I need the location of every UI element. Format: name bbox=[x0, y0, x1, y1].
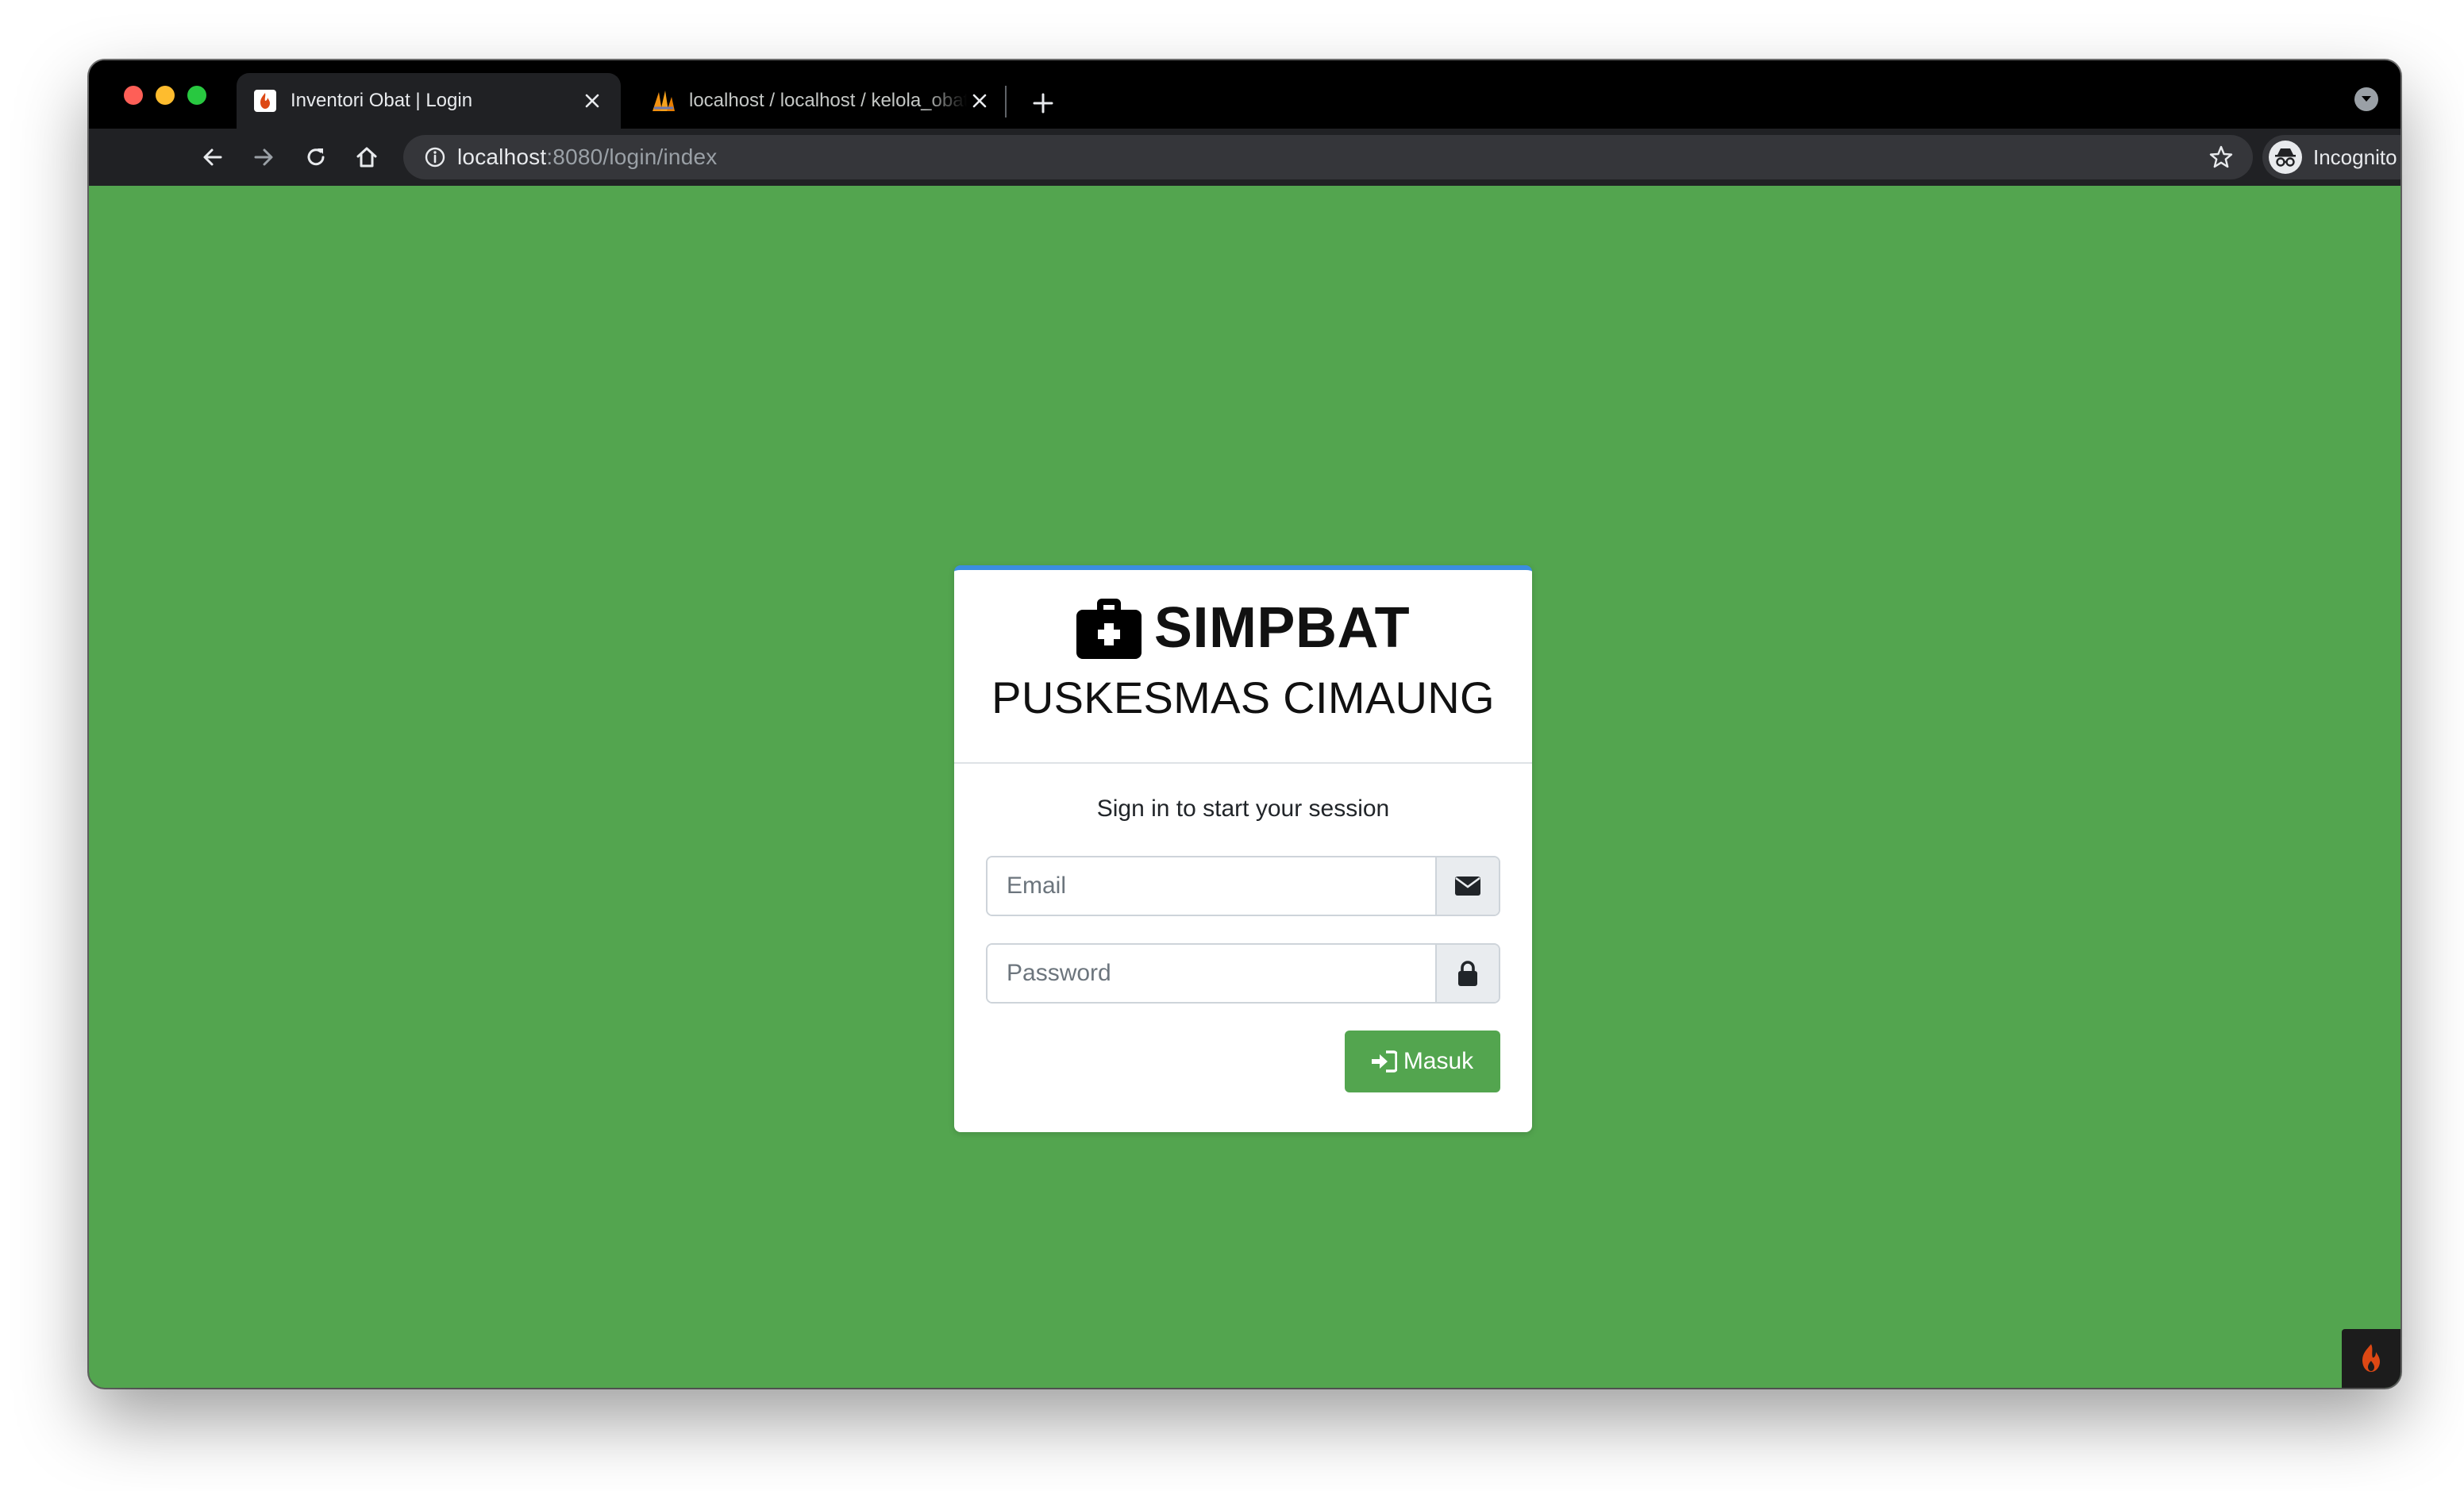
arrow-right-icon bbox=[254, 148, 273, 166]
bookmark-star-icon[interactable] bbox=[2205, 141, 2237, 173]
browser-toolbar: localhost:8080/login/index Incognito bbox=[89, 129, 2400, 186]
masuk-button-label: Masuk bbox=[1403, 1048, 1474, 1074]
profile-label: Incognito bbox=[2313, 144, 2397, 169]
envelope-icon bbox=[1435, 857, 1499, 915]
minimize-window-button[interactable] bbox=[156, 86, 175, 105]
tab-phpmyadmin[interactable]: localhost / localhost / kelola_obat bbox=[635, 73, 1008, 129]
tab-strip: Inventori Obat | Login localhost / local… bbox=[89, 60, 2400, 129]
forward-button[interactable] bbox=[241, 135, 286, 179]
url-text: localhost:8080/login/index bbox=[457, 144, 717, 170]
codeigniter-flame-icon bbox=[2362, 1344, 2380, 1372]
brand-name: SIMPBAT bbox=[1153, 596, 1411, 660]
tab-inventori-obat[interactable]: Inventori Obat | Login bbox=[237, 73, 621, 129]
incognito-profile-button[interactable]: Incognito bbox=[2262, 135, 2400, 179]
password-input-group bbox=[986, 943, 1500, 1004]
page-viewport: SIMPBAT PUSKESMAS CIMAUNG Sign in to sta… bbox=[89, 186, 2400, 1388]
arrow-left-icon bbox=[203, 148, 222, 166]
masuk-button[interactable]: Masuk bbox=[1345, 1031, 1500, 1092]
codeigniter-flame-icon bbox=[252, 88, 278, 114]
login-card: SIMPBAT PUSKESMAS CIMAUNG Sign in to sta… bbox=[954, 565, 1532, 1132]
lock-icon bbox=[1435, 945, 1499, 1002]
sign-in-icon bbox=[1371, 1050, 1397, 1073]
tab-title: localhost / localhost / kelola_obat bbox=[689, 90, 967, 111]
tab-separator bbox=[1005, 86, 1007, 118]
reload-icon bbox=[307, 148, 325, 166]
url-host: localhost bbox=[457, 144, 547, 169]
new-tab-button[interactable] bbox=[1021, 81, 1065, 125]
organization-name: PUSKESMAS CIMAUNG bbox=[991, 672, 1495, 722]
browser-window: Inventori Obat | Login localhost / local… bbox=[89, 60, 2400, 1388]
maximize-window-button[interactable] bbox=[187, 86, 206, 105]
site-info-icon[interactable] bbox=[413, 135, 457, 179]
url-path: :8080/login/index bbox=[546, 144, 718, 169]
login-card-body: Sign in to start your session Email Masu… bbox=[954, 764, 1532, 1124]
tab-search-button[interactable] bbox=[2354, 87, 2378, 111]
tab-title: Inventori Obat | Login bbox=[291, 90, 473, 111]
debug-toolbar-toggle[interactable] bbox=[2342, 1329, 2400, 1388]
reload-button[interactable] bbox=[294, 135, 338, 179]
close-tab-icon[interactable] bbox=[579, 88, 605, 114]
home-icon bbox=[356, 147, 377, 168]
email-input-group bbox=[986, 856, 1500, 916]
password-input[interactable] bbox=[988, 945, 1435, 1002]
login-box-message: Sign in to start your session bbox=[1096, 796, 1390, 822]
address-bar[interactable]: localhost:8080/login/index bbox=[403, 135, 2253, 179]
medkit-icon bbox=[1076, 599, 1142, 659]
back-button[interactable] bbox=[191, 135, 235, 179]
close-tab-icon[interactable] bbox=[967, 88, 992, 114]
brand-logo: SIMPBAT bbox=[954, 570, 1532, 661]
submit-row: Masuk bbox=[986, 1031, 1500, 1092]
email-input[interactable] bbox=[988, 857, 1435, 915]
close-window-button[interactable] bbox=[124, 86, 143, 105]
home-button[interactable] bbox=[345, 135, 389, 179]
chevron-down-icon bbox=[2362, 96, 2371, 102]
incognito-icon bbox=[2269, 141, 2302, 174]
plus-icon bbox=[1033, 93, 1053, 114]
login-card-header: SIMPBAT PUSKESMAS CIMAUNG bbox=[954, 570, 1532, 764]
phpmyadmin-sail-icon bbox=[651, 88, 676, 114]
